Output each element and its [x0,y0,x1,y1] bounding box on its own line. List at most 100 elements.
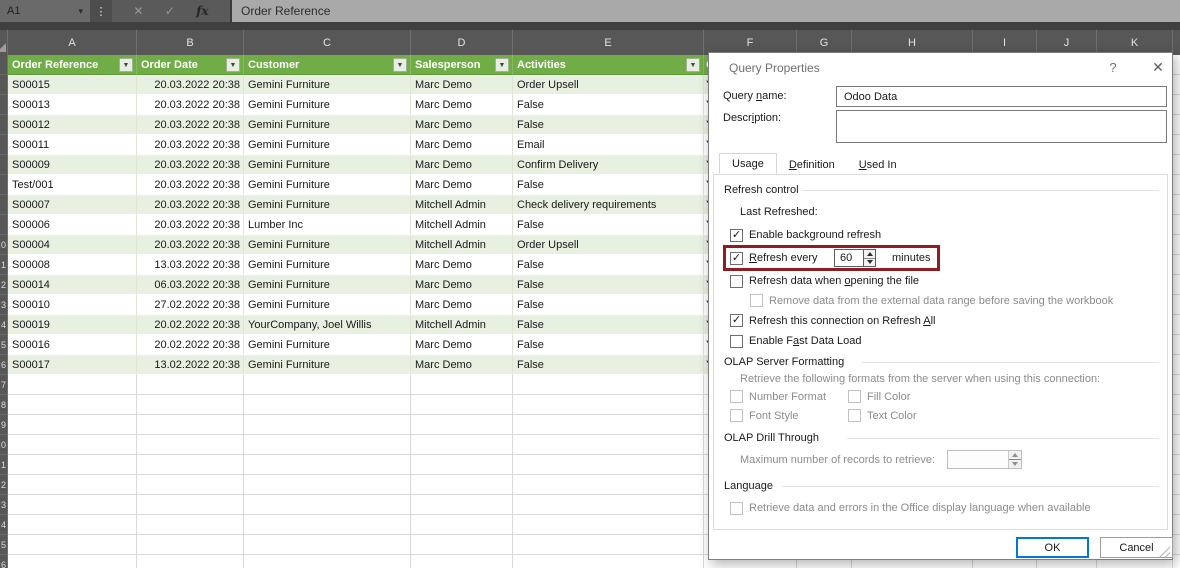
query-name-input[interactable]: Odoo Data [836,86,1167,107]
cell-salesperson[interactable]: Marc Demo [411,95,513,115]
tab-used-in[interactable]: Used In [847,155,909,174]
name-box[interactable]: A1 ▾ [0,0,90,22]
cell-activities[interactable]: Email [513,135,704,155]
tab-usage[interactable]: Usage [719,153,777,174]
cell-activities[interactable]: False [513,175,704,195]
cell[interactable] [8,535,137,555]
cell-salesperson[interactable]: Mitchell Admin [411,215,513,235]
column-header-B[interactable]: B [137,30,244,55]
row-header-20[interactable]: 0 [0,435,8,455]
row-header-26[interactable]: 6 [0,555,8,568]
cell[interactable] [137,475,244,495]
cell[interactable] [411,515,513,535]
cell[interactable] [411,395,513,415]
cell-activities[interactable]: False [513,255,704,275]
cell-activities[interactable]: False [513,295,704,315]
help-icon[interactable]: ? [1105,60,1121,75]
cell[interactable] [8,515,137,535]
cell-customer[interactable]: Gemini Furniture [244,335,411,355]
row-header-4[interactable] [0,115,8,135]
header-activities[interactable]: Activities▼ [513,55,704,75]
column-header-E[interactable]: E [513,30,704,55]
cell[interactable] [137,455,244,475]
row-header-3[interactable] [0,95,8,115]
cell-order-reference[interactable]: S00017 [8,355,137,375]
cell-order-date[interactable]: 20.03.2022 20:38 [137,175,244,195]
cell-salesperson[interactable]: Marc Demo [411,295,513,315]
cell-order-date[interactable]: 20.03.2022 20:38 [137,75,244,95]
cell[interactable] [513,535,704,555]
column-header-A[interactable]: A [8,30,137,55]
cell-salesperson[interactable]: Mitchell Admin [411,235,513,255]
cell-customer[interactable]: Lumber Inc [244,215,411,235]
cell[interactable] [513,415,704,435]
cell-activities[interactable]: Check delivery requirements [513,195,704,215]
row-header-6[interactable] [0,155,8,175]
cell[interactable] [137,555,244,568]
cell[interactable] [513,395,704,415]
cell[interactable] [8,475,137,495]
cell-activities[interactable]: Order Upsell [513,235,704,255]
cell-order-date[interactable]: 20.02.2022 20:38 [137,335,244,355]
cell-customer[interactable]: Gemini Furniture [244,275,411,295]
cell[interactable] [8,555,137,568]
cell-order-reference[interactable]: S00016 [8,335,137,355]
cell-salesperson[interactable]: Marc Demo [411,255,513,275]
cell-order-reference[interactable]: S00019 [8,315,137,335]
cell-customer[interactable]: Gemini Furniture [244,195,411,215]
cell[interactable] [137,435,244,455]
cell-customer[interactable]: YourCompany, Joel Willis [244,315,411,335]
filter-button[interactable]: ▼ [495,58,509,72]
cell[interactable] [244,555,411,568]
cell[interactable] [411,455,513,475]
cell[interactable] [8,395,137,415]
row-header-19[interactable]: 9 [0,415,8,435]
cell-order-date[interactable]: 20.03.2022 20:38 [137,215,244,235]
cell-salesperson[interactable]: Marc Demo [411,355,513,375]
cell-activities[interactable]: Order Upsell [513,75,704,95]
cell-order-reference[interactable]: S00012 [8,115,137,135]
cell-customer[interactable]: Gemini Furniture [244,295,411,315]
cell[interactable] [513,375,704,395]
spin-down-icon[interactable] [864,259,875,267]
cell[interactable] [8,435,137,455]
formula-bar-splitter[interactable]: ⋮ [90,0,112,22]
refresh-data-when-opening-checkbox[interactable] [730,275,743,288]
cell-activities[interactable]: False [513,275,704,295]
row-header-10[interactable]: 0 [0,235,8,255]
cell[interactable] [244,515,411,535]
cell[interactable] [244,535,411,555]
row-header-23[interactable]: 3 [0,495,8,515]
refresh-interval-spinner[interactable] [863,249,876,267]
dialog-title[interactable]: Query Properties [729,61,820,75]
cell-order-reference[interactable]: S00014 [8,275,137,295]
cell[interactable] [244,375,411,395]
row-header-12[interactable]: 2 [0,275,8,295]
cell-customer[interactable]: Gemini Furniture [244,155,411,175]
name-box-dropdown-icon[interactable]: ▾ [78,6,90,17]
row-header-24[interactable]: 4 [0,515,8,535]
description-input[interactable] [836,110,1167,143]
cell[interactable] [137,495,244,515]
cell-customer[interactable]: Gemini Furniture [244,235,411,255]
cell-order-reference[interactable]: S00011 [8,135,137,155]
cell-order-date[interactable]: 27.02.2022 20:38 [137,295,244,315]
close-icon[interactable]: ✕ [1149,59,1167,76]
filter-button[interactable]: ▼ [119,58,133,72]
header-salesperson[interactable]: Salesperson▼ [411,55,513,75]
cell-activities[interactable]: False [513,315,704,335]
filter-button[interactable]: ▼ [686,58,700,72]
refresh-interval-input[interactable]: 60 [834,249,863,267]
cell[interactable] [513,555,704,568]
tab-definition[interactable]: Definition [777,155,847,174]
cell-salesperson[interactable]: Marc Demo [411,275,513,295]
header-order-date[interactable]: Order Date▼ [137,55,244,75]
cell[interactable] [411,415,513,435]
cell-activities[interactable]: False [513,215,704,235]
cell-order-date[interactable]: 13.02.2022 20:38 [137,355,244,375]
cell-activities[interactable]: False [513,95,704,115]
cell-order-reference[interactable]: S00009 [8,155,137,175]
cell[interactable] [411,555,513,568]
enable-background-refresh-checkbox[interactable]: ✓ [730,229,743,242]
cell[interactable] [513,435,704,455]
